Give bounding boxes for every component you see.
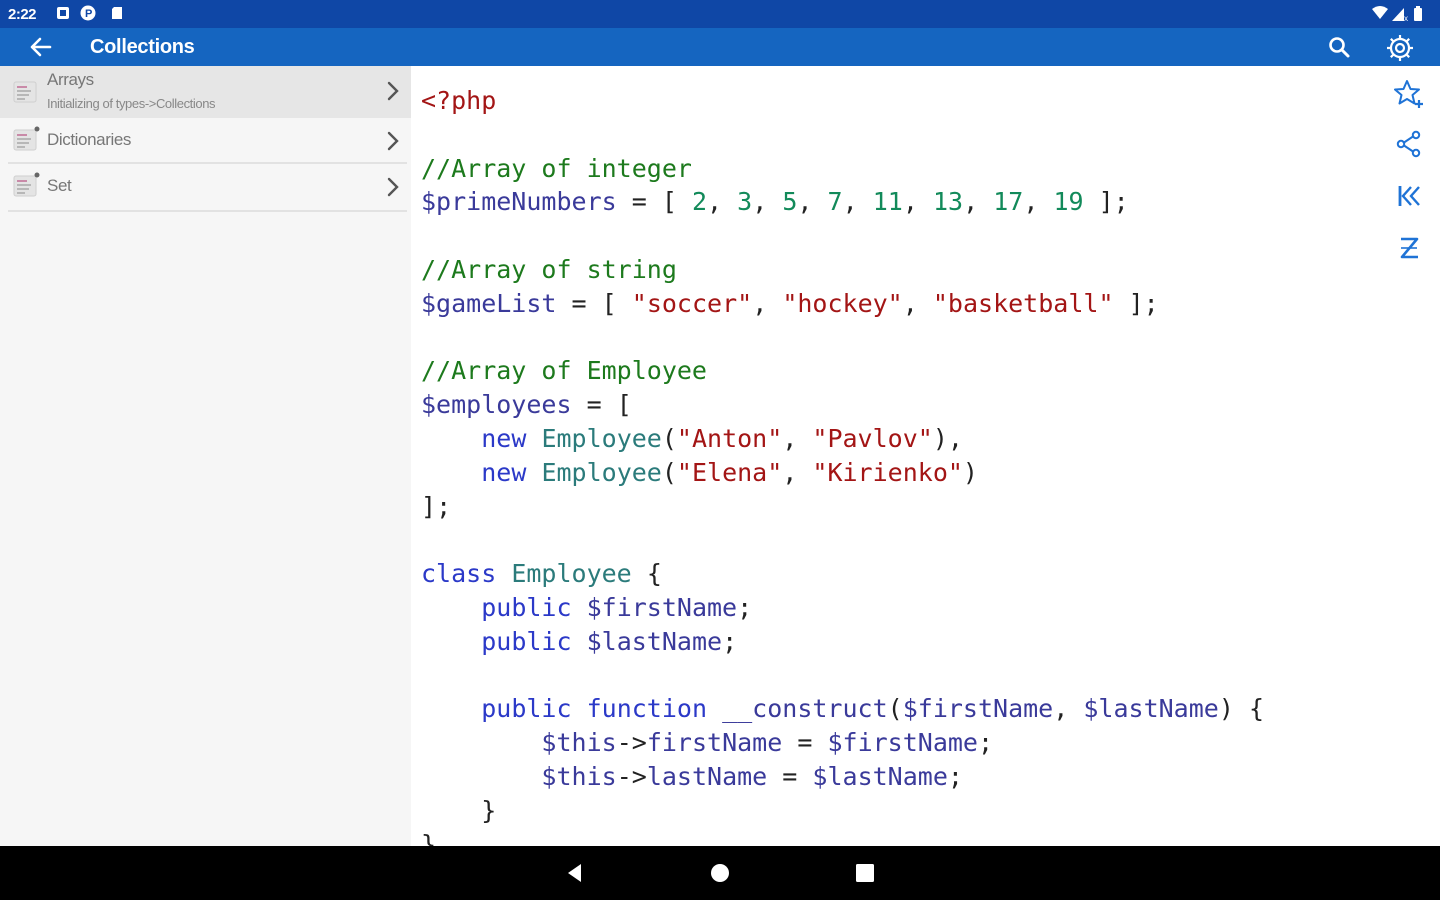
battery-icon	[1414, 8, 1422, 21]
divider	[8, 210, 407, 212]
first-page-icon[interactable]	[1393, 180, 1425, 212]
code-line: }	[481, 795, 497, 825]
sidebar-item-label: Set	[47, 176, 72, 195]
sidebar-item-set[interactable]: Set	[0, 164, 411, 212]
sidebar-item-arrays[interactable]: Arrays Initializing of types->Collection…	[0, 66, 411, 118]
settings-gear-icon[interactable]	[1384, 32, 1416, 64]
sidebar-item-subtitle: Initializing of types->Collections	[47, 96, 216, 111]
status-bar: 2:22 P x	[0, 0, 1440, 28]
chevron-right-icon	[387, 131, 399, 151]
code-line: public $lastName;	[481, 626, 738, 656]
code-line: $gameList = [ "soccer", "hockey", "baske…	[421, 288, 1159, 318]
code-file-new-icon	[13, 126, 40, 151]
back-arrow-icon[interactable]	[26, 33, 56, 61]
sidebar-item-label: Arrays	[47, 70, 94, 89]
chevron-right-icon	[387, 177, 399, 197]
topic-sidebar: Arrays Initializing of types->Collection…	[0, 66, 411, 846]
code-line: //Array of Employee	[421, 356, 707, 386]
code-line: $employees = [	[421, 390, 632, 420]
code-file-icon	[13, 81, 37, 103]
code-view[interactable]: <?php //Array of integer $primeNumbers =…	[411, 66, 1383, 846]
code-block: <?php //Array of integer $primeNumbers =…	[421, 84, 1264, 846]
app-p-icon: P	[80, 5, 96, 21]
share-icon[interactable]	[1393, 128, 1425, 160]
action-rail	[1383, 66, 1440, 846]
code-line: public function __construct($firstName, …	[481, 694, 1265, 724]
signal-icon	[1392, 8, 1404, 21]
notification-square-icon	[57, 7, 69, 19]
code-line: public $firstName;	[481, 592, 753, 622]
sidebar-item-label: Dictionaries	[47, 130, 132, 149]
code-line: $this->lastName = $lastName;	[541, 761, 963, 791]
status-right-icons: x	[1372, 6, 1422, 23]
code-line: ];	[421, 491, 452, 521]
app-bar: Collections	[0, 28, 1440, 66]
code-file-new-icon	[13, 172, 40, 197]
nav-back-icon[interactable]	[562, 860, 588, 886]
code-line: $primeNumbers = [ 2, 3, 5, 7, 11, 13, 17…	[421, 187, 1129, 217]
status-time: 2:22	[8, 6, 37, 23]
sidebar-item-dictionaries[interactable]: Dictionaries	[0, 118, 411, 164]
page-title: Collections	[90, 36, 195, 58]
favorite-star-add-icon[interactable]	[1393, 78, 1425, 110]
sd-card-icon	[112, 7, 122, 19]
chevron-right-icon	[387, 81, 399, 101]
system-nav-bar	[0, 846, 1440, 900]
code-line: class Employee {	[421, 559, 662, 589]
zoom-z-icon[interactable]	[1393, 232, 1425, 264]
code-line: //Array of integer	[421, 153, 692, 183]
code-line: }	[421, 829, 437, 846]
svg-text:P: P	[85, 8, 92, 20]
code-line: $this->firstName = $firstName;	[541, 728, 994, 758]
nav-recents-icon[interactable]	[852, 860, 878, 886]
wifi-icon	[1372, 6, 1388, 19]
code-line: //Array of string	[421, 254, 677, 284]
nav-home-icon[interactable]	[707, 860, 733, 886]
code-line: <?php	[421, 86, 497, 115]
svg-text:x: x	[1404, 14, 1408, 23]
search-icon[interactable]	[1326, 34, 1354, 62]
code-line: new Employee("Elena", "Kirienko")	[481, 457, 978, 487]
code-line: new Employee("Anton", "Pavlov"),	[481, 423, 963, 453]
